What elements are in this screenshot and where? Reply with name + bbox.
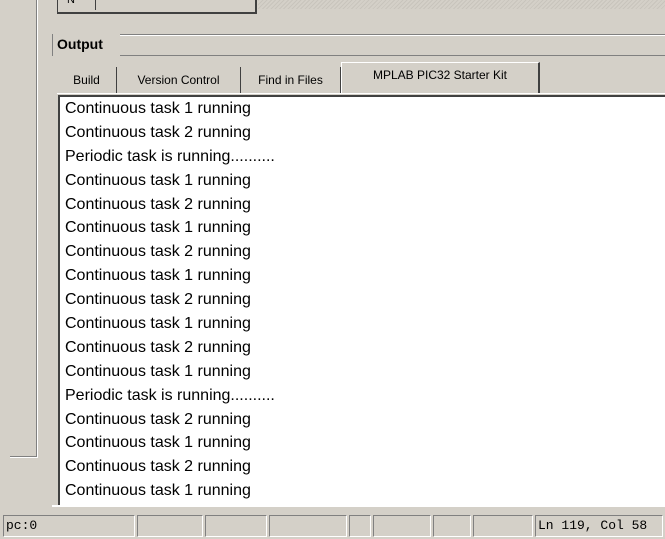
output-line: Continuous task 1 running <box>65 219 251 237</box>
top-toolbar-cell: N <box>59 0 96 10</box>
tab-build[interactable]: Build <box>57 67 117 93</box>
output-header-divider <box>120 55 665 56</box>
output-line: Continuous task 2 running <box>65 195 251 213</box>
tab-strip-bottom-edge <box>57 93 665 94</box>
output-line: Continuous task 1 running <box>65 171 251 189</box>
output-panel-bottom-edge <box>52 505 665 507</box>
tab-version-control[interactable]: Version Control <box>117 67 241 93</box>
output-tab-strip: Build Version Control Find in Files MPLA… <box>57 62 665 94</box>
output-line: Periodic task is running.......... <box>65 147 275 165</box>
output-panel-title: Output <box>57 36 103 52</box>
tab-mplab-pic32-starter-kit[interactable]: MPLAB PIC32 Starter Kit <box>341 62 540 93</box>
output-line: Continuous task 2 running <box>65 243 251 261</box>
top-toolbar-control[interactable]: N <box>57 0 257 14</box>
output-text-area[interactable]: Continuous task 1 running Continuous tas… <box>58 95 665 505</box>
output-line: Continuous task 1 running <box>65 362 251 380</box>
output-line-list: Continuous task 1 running Continuous tas… <box>60 97 665 503</box>
output-line: Continuous task 1 running <box>65 267 251 285</box>
top-hatched-area <box>258 0 665 9</box>
output-line: Continuous task 2 running <box>65 410 251 428</box>
tab-find-in-files[interactable]: Find in Files <box>241 67 341 93</box>
output-line: Continuous task 2 running <box>65 123 251 141</box>
status-cursor-position: Ln 119, Col 58 <box>535 515 663 537</box>
output-line: Continuous task 2 running <box>65 291 251 309</box>
output-line: Continuous task 2 running <box>65 458 251 476</box>
status-cell-blank <box>433 515 471 537</box>
output-line: Continuous task 1 running <box>65 315 251 333</box>
status-pc: pc:0 <box>3 515 135 537</box>
status-cell-blank <box>473 515 533 537</box>
status-bar: pc:0 Ln 119, Col 58 <box>0 513 665 539</box>
left-frame-edge-highlight <box>37 0 38 457</box>
status-cell-blank <box>269 515 347 537</box>
output-panel-header: Output <box>52 34 665 56</box>
output-line: Continuous task 1 running <box>65 100 251 117</box>
status-cell-blank <box>205 515 267 537</box>
status-cell-blank <box>373 515 431 537</box>
output-line: Continuous task 2 running <box>65 338 251 356</box>
output-header-groove-highlight <box>120 35 665 36</box>
top-toolbar-glyph: N <box>67 0 75 6</box>
output-header-edge <box>52 34 53 56</box>
output-line: Continuous task 1 running <box>65 434 251 452</box>
status-cell-blank <box>137 515 203 537</box>
status-cell-blank <box>349 515 371 537</box>
output-line: Periodic task is running.......... <box>65 386 275 404</box>
left-frame-bottom-highlight <box>10 457 38 458</box>
output-line: Continuous task 1 running <box>65 482 251 500</box>
